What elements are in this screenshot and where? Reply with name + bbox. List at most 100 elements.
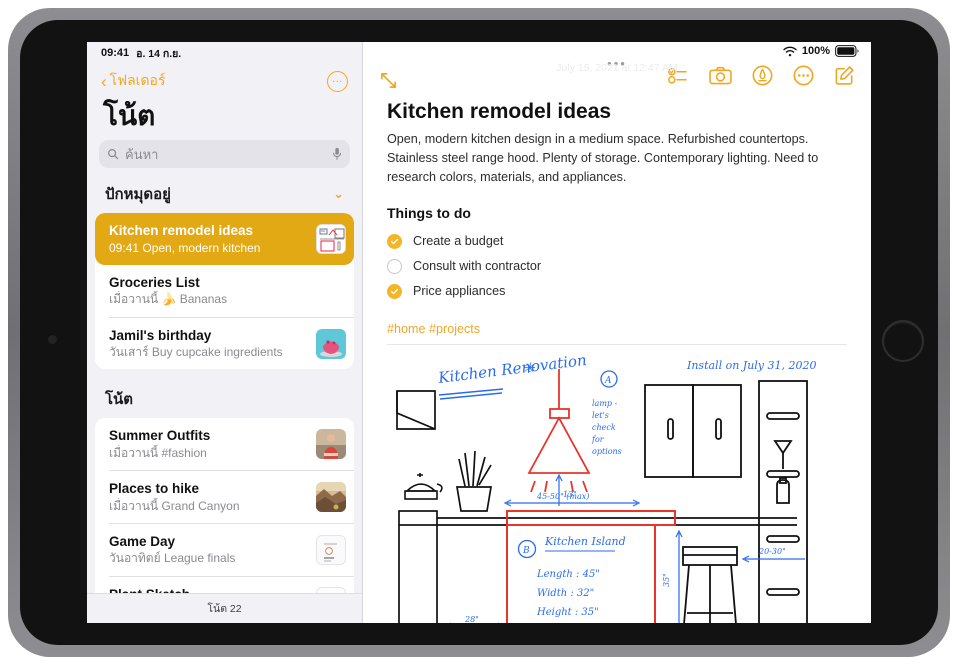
- svg-text:lamp -: lamp -: [592, 399, 618, 408]
- list-item-summer-outfits[interactable]: Summer Outfits เมื่อวานนี้ #fashion: [95, 418, 354, 470]
- battery-icon: [835, 45, 859, 57]
- note-count-label: โน้ต 22: [207, 603, 242, 615]
- ipad-device-frame: 09:41 อ. 14 ก.ย. ‹ โฟลเดอร์ ... โน้ต ค้น…: [8, 8, 950, 657]
- note-subtitle: วันเสาร์ Buy cupcake ingredients: [109, 344, 308, 360]
- note-title: Groceries List: [109, 274, 200, 290]
- search-container: ค้นหา: [87, 140, 362, 178]
- note-title: Game Day: [109, 533, 176, 549]
- sidebar-more-button[interactable]: ...: [327, 70, 348, 92]
- note-thumbnail-person: [316, 429, 346, 460]
- note-meta: วันเสาร์: [109, 345, 149, 360]
- note-detail-pane: ••• July 15, 2021 at 12:47 AM Kitchen re…: [363, 42, 871, 623]
- checklist-item-price-appliances[interactable]: Price appliances: [387, 279, 847, 304]
- note-title: Kitchen remodel ideas: [109, 223, 254, 239]
- svg-text:let's: let's: [592, 411, 609, 420]
- list-item-game-day[interactable]: Game Day วันอาทิตย์ League finals: [95, 524, 354, 576]
- note-preview: #fashion: [161, 445, 207, 460]
- svg-text:A: A: [604, 376, 612, 386]
- back-to-folders-button[interactable]: ‹ โฟลเดอร์: [101, 70, 166, 92]
- note-thumbnail-sketch: [316, 224, 346, 255]
- note-tags[interactable]: #home #projects: [387, 322, 847, 336]
- checkbox-checked-icon[interactable]: [387, 233, 402, 249]
- status-time: 09:41: [101, 47, 130, 59]
- list-item-groceries[interactable]: Groceries List เมื่อวานนี้ 🍌 Bananas: [95, 265, 354, 317]
- list-item-jamils-birthday[interactable]: Jamil's birthday วันเสาร์ Buy cupcake in…: [95, 318, 354, 370]
- note-subtitle: เมื่อวานนี้ 🍌 Bananas: [109, 291, 346, 307]
- svg-text:28": 28": [464, 615, 479, 623]
- install-date-handwriting: Install on July 31, 2020: [686, 359, 817, 372]
- note-preview: Open, modern kitchen: [142, 240, 261, 255]
- note-subtitle: เมื่อวานนี้ Grand Canyon: [109, 498, 308, 514]
- back-label: โฟลเดอร์: [109, 72, 166, 88]
- ellipsis-icon: ...: [332, 72, 343, 85]
- note-subtitle: วันอาทิตย์ League finals: [109, 550, 308, 566]
- notes-sidebar: 09:41 อ. 14 ก.ย. ‹ โฟลเดอร์ ... โน้ต ค้น…: [87, 42, 363, 623]
- status-bar-right: 100%: [783, 45, 859, 57]
- note-meta: เมื่อวานนี้: [109, 292, 159, 307]
- checklist-label: Price appliances: [413, 284, 506, 299]
- note-paragraph: Open, modern kitchen design in a medium …: [387, 132, 819, 184]
- note-subtitle: 09:41 Open, modern kitchen: [109, 240, 308, 256]
- checkbox-checked-icon[interactable]: [387, 283, 402, 299]
- svg-text:20-30": 20-30": [758, 547, 786, 556]
- svg-text:✳: ✳: [522, 359, 536, 377]
- svg-text:Height : 35": Height : 35": [536, 607, 599, 618]
- note-content[interactable]: Kitchen remodel ideas Open, modern kitch…: [363, 94, 871, 336]
- notes-list[interactable]: ปักหมุดอยู่ ⌄ Kitchen remodel ideas 09:4…: [87, 178, 362, 623]
- checklist-item-consult-contractor[interactable]: Consult with contractor: [387, 254, 847, 279]
- checklist-label: Consult with contractor: [413, 259, 542, 274]
- note-heading: Kitchen remodel ideas: [387, 100, 612, 123]
- note-date-stamp: July 15, 2021 at 12:47 AM: [556, 62, 678, 74]
- note-preview: Buy cupcake ingredients: [151, 345, 283, 360]
- status-date: อ. 14 ก.ย.: [136, 47, 182, 60]
- group-label: โน้ต: [105, 391, 134, 409]
- wifi-icon: [783, 46, 797, 56]
- kitchen-sketch-svg: Kitchen Renovation ✳ Install on July 31,…: [387, 351, 847, 623]
- note-meta: 09:41: [109, 240, 140, 255]
- note-section-heading: Things to do: [387, 204, 471, 221]
- svg-text:options: options: [592, 447, 622, 456]
- svg-text:35": 35": [662, 573, 671, 587]
- list-item-kitchen-remodel[interactable]: Kitchen remodel ideas 09:41 Open, modern…: [95, 213, 354, 265]
- search-field[interactable]: ค้นหา: [99, 140, 350, 169]
- svg-text:B: B: [522, 546, 530, 556]
- checklist-label: Create a budget: [413, 234, 504, 249]
- note-preview: 🍌 Bananas: [161, 292, 228, 307]
- svg-text:Kitchen Island: Kitchen Island: [544, 535, 626, 548]
- chevron-left-icon: ‹: [101, 71, 107, 91]
- note-meta: เมื่อวานนี้: [109, 445, 159, 460]
- svg-text:Length : 45": Length : 45": [536, 569, 600, 580]
- note-title: Jamil's birthday: [109, 327, 212, 343]
- search-placeholder: ค้นหา: [125, 146, 159, 162]
- note-thumbnail-canyon: [316, 481, 346, 512]
- checkbox-empty-icon[interactable]: [387, 258, 402, 274]
- note-thumbnail-cupcake: [316, 328, 346, 359]
- note-meta: วันอาทิตย์: [109, 551, 161, 566]
- status-bar: 09:41 อ. 14 ก.ย.: [87, 42, 362, 64]
- microphone-icon[interactable]: [332, 147, 342, 161]
- chevron-down-icon[interactable]: ⌄: [333, 186, 344, 202]
- list-item-places-to-hike[interactable]: Places to hike เมื่อวานนี้ Grand Canyon: [95, 471, 354, 523]
- note-thumbnail-doc: [316, 534, 346, 565]
- sidebar-footer: โน้ต 22: [87, 593, 362, 623]
- checklist-item-create-budget[interactable]: Create a budget: [387, 229, 847, 254]
- sidebar-nav-row: ‹ โฟลเดอร์ ...: [87, 64, 362, 98]
- sidebar-title: โน้ต: [103, 100, 156, 131]
- battery-percent-label: 100%: [801, 45, 830, 57]
- front-camera: [48, 335, 57, 344]
- note-title: Summer Outfits: [109, 428, 211, 444]
- group-header-pinned: ปักหมุดอยู่ ⌄: [87, 178, 362, 213]
- note-meta: เมื่อวานนี้: [109, 498, 159, 513]
- group-header-notes: โน้ต: [87, 383, 362, 418]
- pinned-notes-card: Kitchen remodel ideas 09:41 Open, modern…: [95, 213, 354, 370]
- search-icon: [108, 149, 119, 160]
- note-preview: Grand Canyon: [161, 498, 240, 513]
- note-subtitle: เมื่อวานนี้ #fashion: [109, 445, 308, 461]
- svg-text:45-50" (max): 45-50" (max): [536, 492, 589, 501]
- svg-text:Width : 32": Width : 32": [537, 588, 594, 599]
- svg-text:for: for: [591, 435, 605, 444]
- note-title: Places to hike: [109, 481, 200, 497]
- svg-text:check: check: [592, 423, 616, 432]
- note-sketch-attachment[interactable]: Kitchen Renovation ✳ Install on July 31,…: [387, 343, 847, 623]
- home-button[interactable]: [882, 320, 924, 362]
